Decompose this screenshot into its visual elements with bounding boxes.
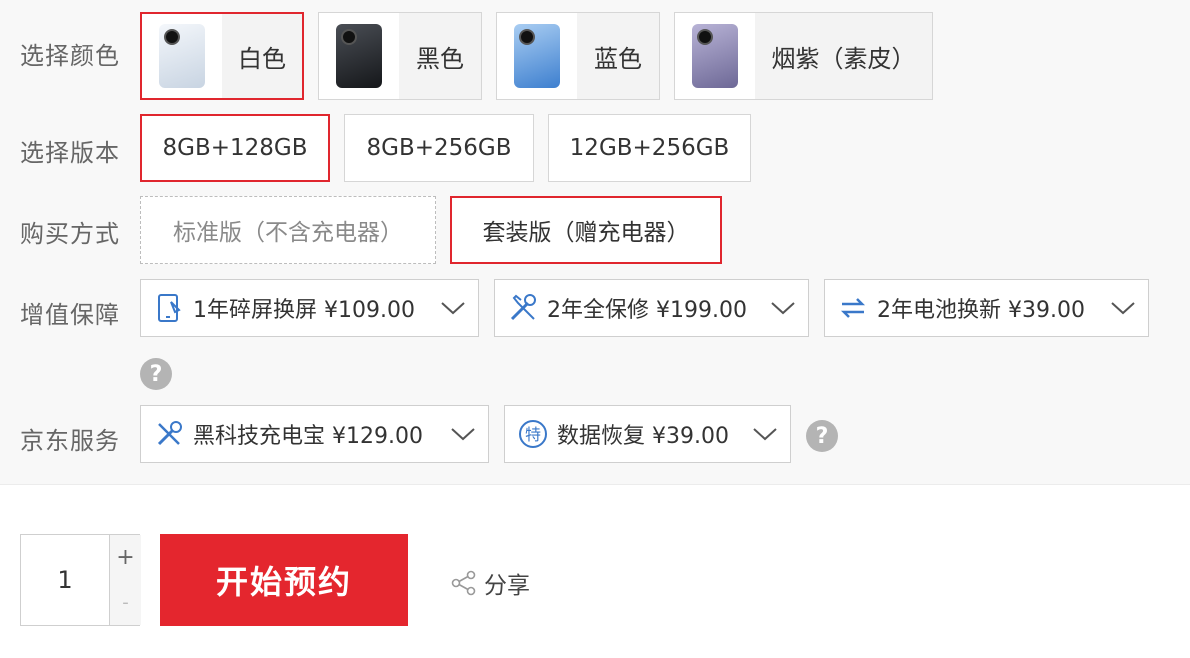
- jd-service-row-label: 京东服务: [20, 427, 120, 455]
- special-badge-glyph: 特: [525, 425, 541, 444]
- purchase-option-standard[interactable]: 标准版（不含充电器）: [140, 196, 436, 264]
- version-option-12-256[interactable]: 12GB+256GB: [548, 114, 751, 182]
- phone-screen-icon: [158, 294, 181, 322]
- jd-service-help-icon[interactable]: ?: [806, 420, 838, 452]
- chevron-down-icon: [753, 428, 777, 441]
- share-icon: [451, 570, 476, 596]
- version-row-label: 选择版本: [20, 139, 120, 167]
- section-divider: [0, 484, 1190, 485]
- phone-thumbnail: [497, 13, 577, 99]
- reserve-button[interactable]: 开始预约: [160, 534, 408, 626]
- quantity-stepper: 1 + -: [20, 534, 141, 626]
- chevron-down-icon: [451, 428, 475, 441]
- quantity-minus-button[interactable]: -: [109, 580, 141, 625]
- phone-thumbnail: [319, 13, 399, 99]
- phone-thumbnail: [675, 13, 755, 99]
- quantity-input[interactable]: 1: [21, 535, 109, 625]
- wrench-screwdriver-icon: [510, 294, 536, 321]
- purchase-row-label: 购买方式: [20, 220, 120, 248]
- share-link[interactable]: 分享: [450, 566, 530, 600]
- warranty-row-label: 增值保障: [20, 301, 120, 329]
- warranty-help-icon[interactable]: ?: [140, 358, 172, 390]
- jd-data-recovery-text: 数据恢复 ¥39.00: [557, 424, 729, 449]
- phone-white-image: [159, 24, 205, 88]
- chevron-down-icon: [771, 302, 795, 315]
- color-option-purple[interactable]: 烟紫（素皮）: [674, 12, 933, 100]
- battery-swap-icon: [840, 298, 866, 318]
- warranty-screen-text: 1年碎屏换屏 ¥109.00: [193, 298, 415, 323]
- color-option-blue[interactable]: 蓝色: [496, 12, 660, 100]
- color-option-white[interactable]: 白色: [140, 12, 304, 100]
- version-option-8-128[interactable]: 8GB+128GB: [140, 114, 330, 182]
- chevron-down-icon: [441, 302, 465, 315]
- phone-purple-image: [692, 24, 738, 88]
- special-badge-icon: 特: [519, 420, 547, 448]
- warranty-full-text: 2年全保修 ¥199.00: [547, 298, 747, 323]
- color-option-label: 烟紫（素皮）: [771, 44, 916, 73]
- chevron-down-icon: [1111, 302, 1135, 315]
- phone-black-image: [336, 24, 382, 88]
- version-option-8-256[interactable]: 8GB+256GB: [344, 114, 534, 182]
- jd-powerbank-text: 黑科技充电宝 ¥129.00: [193, 424, 423, 449]
- phone-blue-image: [514, 24, 560, 88]
- color-option-label: 蓝色: [594, 44, 642, 73]
- jd-powerbank-dropdown[interactable]: 黑科技充电宝 ¥129.00: [140, 405, 489, 463]
- color-option-black[interactable]: 黑色: [318, 12, 482, 100]
- color-option-label: 黑色: [416, 44, 464, 73]
- purchase-option-bundle[interactable]: 套装版（赠充电器）: [450, 196, 722, 264]
- warranty-battery-dropdown[interactable]: 2年电池换新 ¥39.00: [824, 279, 1149, 337]
- color-option-label: 白色: [238, 44, 286, 73]
- warranty-full-dropdown[interactable]: 2年全保修 ¥199.00: [494, 279, 809, 337]
- warranty-battery-text: 2年电池换新 ¥39.00: [877, 298, 1085, 323]
- color-row-label: 选择颜色: [20, 42, 120, 70]
- quantity-plus-button[interactable]: +: [109, 535, 141, 581]
- tools-icon: [157, 421, 182, 446]
- warranty-screen-dropdown[interactable]: 1年碎屏换屏 ¥109.00: [140, 279, 479, 337]
- share-label: 分享: [484, 573, 530, 599]
- phone-thumbnail: [142, 14, 222, 98]
- jd-data-recovery-dropdown[interactable]: 特 数据恢复 ¥39.00: [504, 405, 791, 463]
